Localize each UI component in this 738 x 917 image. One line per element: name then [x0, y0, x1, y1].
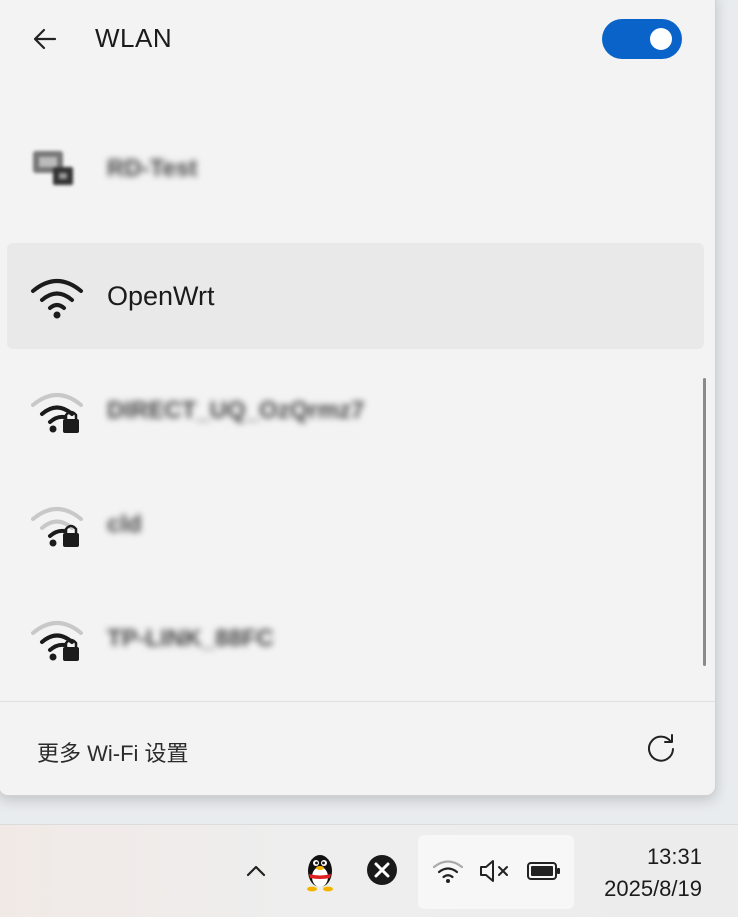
wlan-flyout: WLAN RD-Test OpenWrt DIRECT_UQ_OzQrmz7 c… [0, 0, 716, 796]
network-name: OpenWrt [107, 281, 215, 311]
network-item[interactable]: OpenWrt [7, 243, 704, 349]
more-wifi-settings-link[interactable]: 更多 Wi-Fi 设置 [37, 736, 189, 768]
volume-muted-icon [480, 860, 508, 882]
clock-time: 13:31 [646, 844, 702, 869]
toggle-knob [650, 28, 672, 50]
flyout-footer: 更多 Wi-Fi 设置 [0, 701, 715, 795]
clock-date: 2025/8/19 [604, 876, 702, 901]
refresh-button[interactable] [641, 728, 681, 768]
page-title: WLAN [95, 23, 173, 53]
close-circle-icon[interactable] [365, 853, 399, 887]
chevron-up-icon [246, 865, 266, 877]
show-hidden-icons-button[interactable] [240, 855, 272, 887]
refresh-icon [648, 734, 674, 762]
taskbar: 13:31 2025/8/19 [0, 824, 738, 917]
wifi-lock-icon [31, 507, 83, 547]
back-button[interactable] [27, 21, 63, 57]
network-name: DIRECT_UQ_OzQrmz7 [107, 397, 365, 424]
wifi-lock-icon [31, 393, 83, 433]
scrollbar[interactable] [703, 378, 706, 666]
network-item[interactable]: cld [7, 471, 704, 577]
taskbar-clock[interactable]: 13:31 2025/8/19 [604, 841, 702, 905]
wifi-icon [432, 860, 464, 883]
network-name: TP-LINK_88FC [107, 625, 274, 652]
network-item[interactable]: TP-LINK_88FC [7, 585, 704, 691]
wifi-device-icon [33, 151, 73, 185]
flyout-header: WLAN [0, 1, 715, 81]
battery-icon [527, 862, 560, 880]
wifi-icon [31, 279, 83, 319]
network-name: RD-Test [107, 155, 198, 182]
network-item[interactable]: DIRECT_UQ_OzQrmz7 [7, 357, 704, 463]
quick-settings-tray[interactable] [418, 835, 574, 909]
network-name: cld [107, 511, 142, 538]
arrow-left-icon [33, 28, 57, 50]
wifi-lock-icon [31, 621, 83, 661]
wifi-toggle[interactable] [602, 19, 682, 59]
qq-penguin-icon[interactable] [300, 849, 340, 893]
network-item[interactable]: RD-Test [7, 115, 704, 221]
network-list: RD-Test OpenWrt DIRECT_UQ_OzQrmz7 cld TP… [0, 95, 715, 695]
